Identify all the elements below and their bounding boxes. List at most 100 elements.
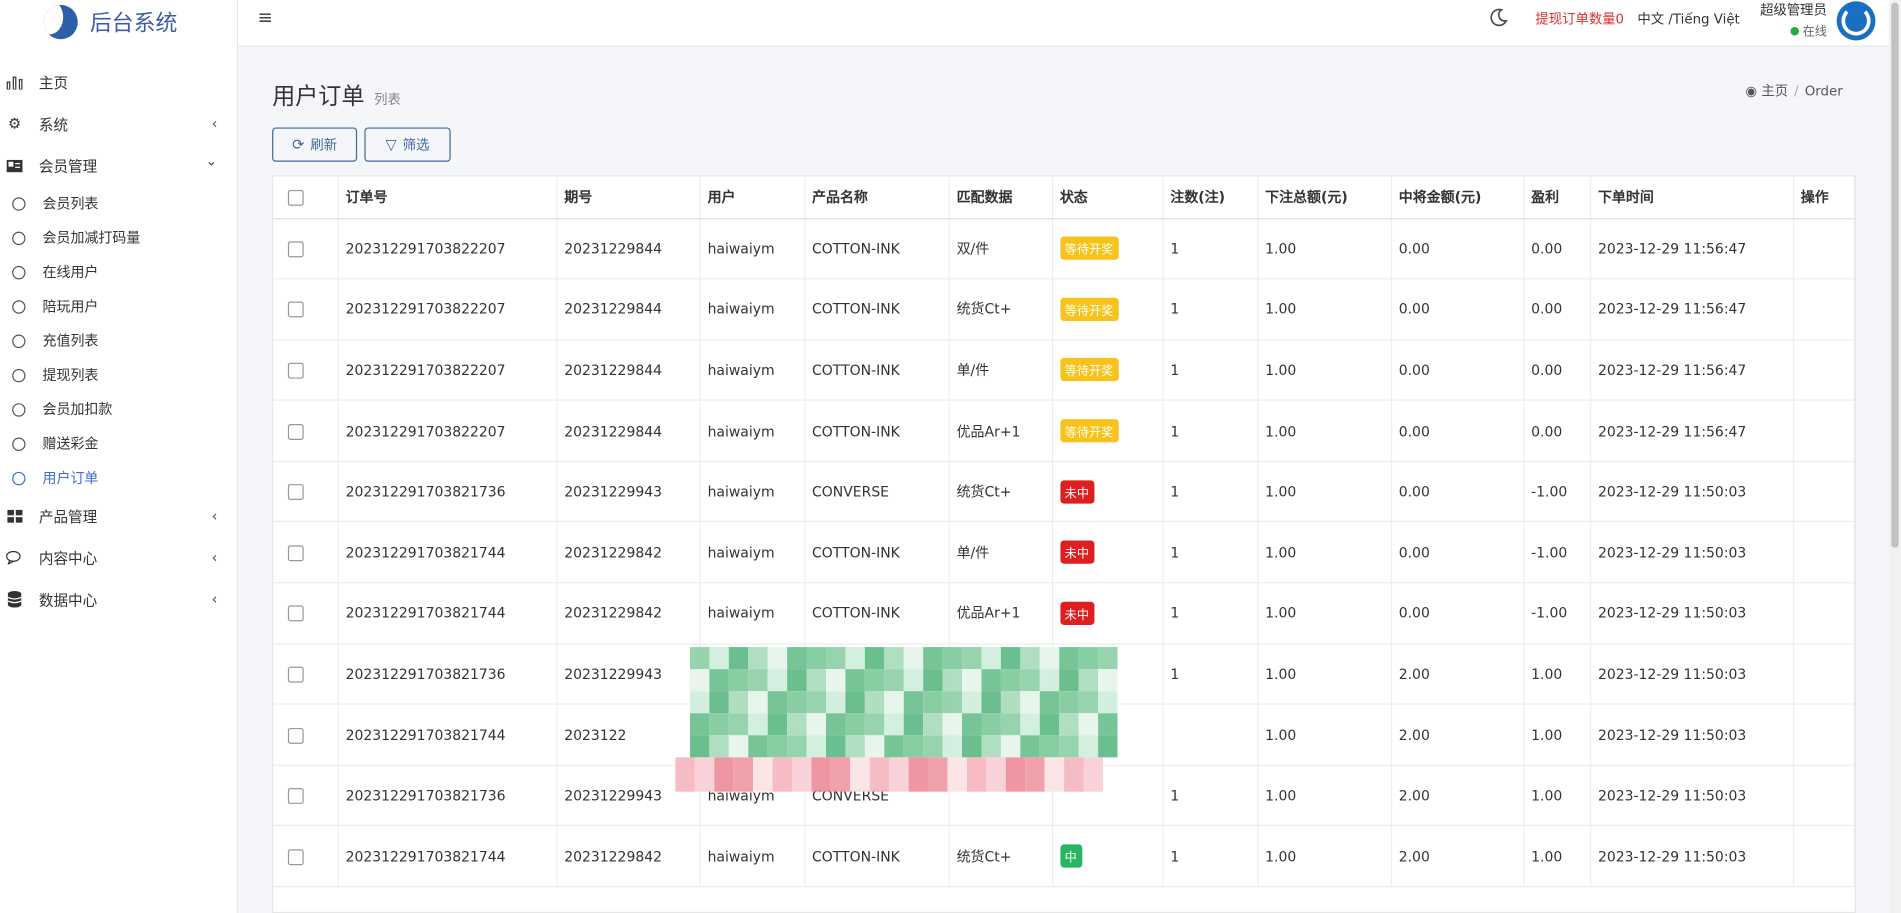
row-select-cell	[273, 218, 339, 280]
column-header[interactable]: 产品名称	[804, 176, 950, 219]
sidebar-subitem-bet-amount[interactable]: 会员加减打码量	[0, 221, 237, 255]
select-all-checkbox[interactable]	[287, 189, 304, 206]
row-checkbox[interactable]	[287, 362, 304, 379]
table-row[interactable]: 202312291703821744 2023122 1.00 2.00 1.00 202…	[273, 704, 1855, 766]
moon-icon[interactable]	[1489, 7, 1508, 27]
sidebar-subitem-online-users[interactable]: 在线用户	[0, 255, 237, 289]
breadcrumb-separator: /	[1794, 83, 1799, 100]
sidebar-subitem-recharge-list[interactable]: 充值列表	[0, 324, 237, 358]
breadcrumb-current: Order	[1804, 83, 1843, 100]
cell-match: 统货Ct+	[948, 825, 1053, 888]
scrollbar-thumb[interactable]	[1891, 2, 1899, 548]
table-row[interactable]: 202312291703821736 20231229943 haiwaiym CON…	[273, 765, 1855, 827]
orders-table: 订单号 期号 用户 产品名称 匹配数据 状态 注数(注) 下注总额(元) 中将金…	[273, 176, 1855, 888]
cell-user: haiwaiym	[699, 218, 805, 280]
brand[interactable]: 后台系统	[0, 0, 237, 44]
grid-icon	[5, 506, 24, 526]
status-badge: 等待开奖	[1059, 419, 1119, 443]
circle-icon	[12, 196, 26, 211]
column-header[interactable]: 盈利	[1523, 176, 1591, 219]
page-scrollbar[interactable]	[1888, 0, 1901, 913]
cell-total: 1.00	[1257, 704, 1392, 766]
cell-time: 2023-12-29 11:50:03	[1590, 704, 1794, 766]
sidebar-subitem-user-orders[interactable]: 用户订单	[0, 461, 237, 495]
cell-total: 1.00	[1257, 522, 1392, 584]
chevron-left-icon: ‹	[211, 115, 218, 133]
table-row[interactable]: 202312291703821744 20231229842 haiwaiym COT…	[273, 522, 1855, 584]
column-header[interactable]: 用户	[699, 176, 805, 219]
sidebar-item-product[interactable]: 产品管理 ‹	[0, 495, 237, 537]
menu-toggle-icon[interactable]: ≡	[258, 6, 273, 28]
avatar[interactable]	[1836, 1, 1876, 41]
admin-info[interactable]: 超级管理员 在线	[1752, 0, 1827, 39]
chevron-down-icon: ⌄	[205, 151, 218, 170]
sidebar-item-content[interactable]: 内容中心 ‹	[0, 537, 237, 579]
column-header[interactable]: 注数(注)	[1162, 176, 1258, 219]
row-checkbox[interactable]	[287, 848, 304, 865]
table-row[interactable]: 202312291703822207 20231229844 haiwaiym COT…	[273, 400, 1855, 462]
table-row[interactable]: 202312291703821736 20231229943 1 1.00 2.00 1.…	[273, 643, 1855, 705]
sidebar-subitem-withdraw-list[interactable]: 提现列表	[0, 358, 237, 392]
cell-win: 0.00	[1390, 339, 1524, 402]
column-header[interactable]: 下单时间	[1590, 176, 1794, 219]
cell-win: 0.00	[1390, 218, 1524, 280]
sidebar-item-data[interactable]: 数据中心 ‹	[0, 578, 237, 620]
language-switch[interactable]: 中文 /Tiếng Việt	[1637, 9, 1739, 29]
table-row[interactable]: 202312291703822207 20231229844 haiwaiym COT…	[273, 218, 1855, 280]
row-checkbox[interactable]	[287, 301, 304, 318]
cell-actions	[1792, 643, 1855, 705]
sidebar-subitem-member-list[interactable]: 会员列表	[0, 186, 237, 220]
breadcrumb-home[interactable]: 主页	[1761, 83, 1788, 99]
column-header[interactable]: 状态	[1051, 176, 1164, 219]
withdraw-order-count[interactable]: 提现订单数量0	[1535, 9, 1624, 29]
row-checkbox[interactable]	[287, 423, 304, 440]
cell-period: 20231229844	[556, 218, 701, 280]
table-row[interactable]: 202312291703822207 20231229844 haiwaiym COT…	[273, 339, 1855, 402]
column-header[interactable]: 订单号	[337, 176, 557, 219]
cell-actions	[1792, 461, 1855, 523]
database-icon	[5, 589, 24, 609]
sidebar-item-label: 内容中心	[38, 549, 98, 567]
sidebar-item-home[interactable]: 主页	[0, 61, 237, 103]
sidebar-subitem-member-adjust[interactable]: 会员加扣款	[0, 392, 237, 426]
sidebar-item-member[interactable]: 会员管理 ⌄	[0, 145, 237, 187]
page-subtitle: 列表	[374, 91, 401, 108]
chat-icon	[5, 548, 24, 568]
cell-bets: 1	[1162, 825, 1258, 888]
column-header[interactable]: 匹配数据	[948, 176, 1053, 219]
refresh-button[interactable]: ⟳ 刷新	[272, 127, 358, 162]
row-checkbox[interactable]	[287, 605, 304, 622]
column-header[interactable]: 下注总额(元)	[1257, 176, 1392, 219]
column-header[interactable]: 中将金额(元)	[1390, 176, 1524, 219]
cell-total: 1.00	[1257, 765, 1392, 827]
dashboard-icon: ◉	[1745, 83, 1758, 100]
orders-table-container: 订单号 期号 用户 产品名称 匹配数据 状态 注数(注) 下注总额(元) 中将金…	[272, 175, 1857, 913]
sidebar-subitem-bonus[interactable]: 赠送彩金	[0, 426, 237, 460]
table-row[interactable]: 202312291703821744 20231229842 haiwaiym COT…	[273, 582, 1855, 645]
sidebar-subitem-companion-users[interactable]: 陪玩用户	[0, 289, 237, 323]
column-header[interactable]: 期号	[556, 176, 701, 219]
row-checkbox[interactable]	[287, 788, 304, 805]
row-checkbox[interactable]	[287, 727, 304, 744]
row-checkbox[interactable]	[287, 545, 304, 561]
row-checkbox[interactable]	[287, 666, 304, 683]
chevron-left-icon: ‹	[211, 549, 218, 567]
table-row[interactable]: 202312291703822207 20231229844 haiwaiym COT…	[273, 278, 1855, 341]
sidebar-item-system[interactable]: ⚙ 系统 ‹	[0, 103, 237, 145]
table-row[interactable]: 202312291703821736 20231229943 haiwaiym CON…	[273, 461, 1855, 523]
cell-order: 202312291703822207	[337, 218, 557, 280]
cell-status	[1051, 765, 1164, 827]
cell-user: haiwaiym	[699, 278, 805, 341]
cell-period: 20231229844	[556, 278, 701, 341]
cell-profit: 0.00	[1523, 218, 1591, 280]
cell-product: COTTON-INK	[804, 522, 950, 584]
cell-period: 20231229844	[556, 339, 701, 402]
cell-match: 统货Ct+	[948, 278, 1053, 341]
filter-button[interactable]: ▽ 筛选	[364, 127, 451, 162]
cell-order: 202312291703821736	[337, 643, 557, 705]
row-checkbox[interactable]	[287, 241, 304, 258]
cell-total: 1.00	[1257, 400, 1392, 462]
row-checkbox[interactable]	[287, 484, 304, 501]
cell-user: haiwaiym	[699, 522, 805, 584]
table-row[interactable]: 202312291703821744 20231229842 haiwaiym COT…	[273, 825, 1855, 888]
